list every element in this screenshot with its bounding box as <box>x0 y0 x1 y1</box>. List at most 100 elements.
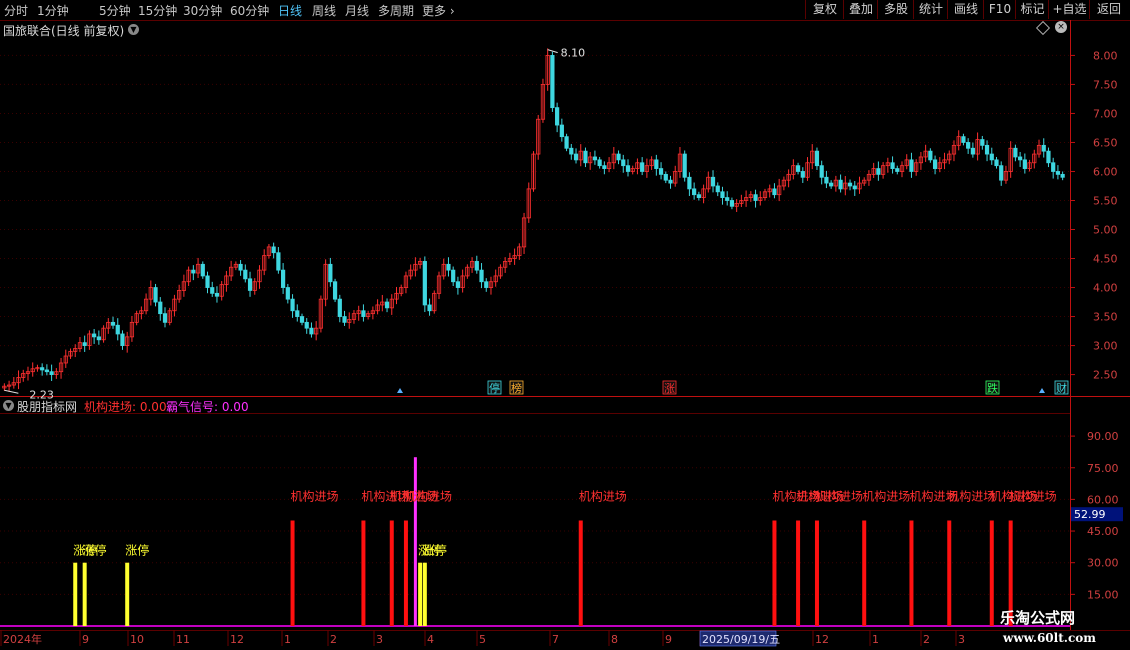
candle-body <box>290 298 295 312</box>
institution-entry-label: 机构进场 <box>815 489 863 504</box>
watermark-title: 乐淘公式网 <box>1000 609 1076 627</box>
institution-entry-label: 机构进场 <box>862 489 910 504</box>
candle-body <box>663 173 668 181</box>
signal-bar <box>413 457 417 626</box>
stock-title[interactable]: 国旅联合(日线 前复权) <box>3 22 124 39</box>
event-arrow-icon <box>397 388 403 393</box>
date-tick-label: 10 <box>130 633 144 646</box>
institution-entry-bar <box>814 520 819 626</box>
indicator-axis: 15.00 30.00 45.00 60.00 75.00 90.00 52.99 <box>1070 430 1123 601</box>
event-marker-label: 榜 <box>511 381 522 395</box>
candle-body <box>451 269 456 283</box>
candle-body <box>332 281 338 300</box>
candle-body <box>281 269 286 288</box>
candle-body <box>753 194 758 201</box>
institution-entry-label: 机构进场 <box>947 489 995 504</box>
candle-body <box>92 333 97 338</box>
candle-body <box>847 182 853 187</box>
date-axis: 2024年 9 10 11 12 1 2 3 4 5 7 8 9 2025/09/19/五 12 1 2 3 <box>0 630 965 647</box>
candle-body <box>271 246 276 254</box>
price-tick-label: 3.00 <box>1093 340 1118 353</box>
date-tick-label: 4 <box>427 633 434 646</box>
candle-body <box>829 182 834 187</box>
limit-up-bar <box>418 562 423 626</box>
event-marker-label: 跌 <box>987 381 998 395</box>
candle-body <box>654 159 659 169</box>
event-arrow-icon <box>1039 388 1045 393</box>
date-tick-label: 3 <box>376 633 383 646</box>
candle-body <box>668 179 673 184</box>
date-tick-label: 11 <box>176 633 190 646</box>
candle-body <box>890 162 895 169</box>
candle-body <box>658 168 664 175</box>
indicator-tick-label: 90.00 <box>1087 430 1119 443</box>
price-tick-label: 6.00 <box>1093 165 1118 178</box>
date-tick-label: 12 <box>230 633 244 646</box>
limit-up-label: 涨停 <box>423 543 447 558</box>
date-tick-label: 2 <box>923 633 930 646</box>
candle-body <box>285 287 290 300</box>
candle-body <box>115 324 120 335</box>
institution-entry-label: 机构进场 <box>579 489 627 504</box>
chevron-down-icon[interactable]: ▼ <box>3 400 14 411</box>
candle-body <box>583 150 588 164</box>
date-tick-label: 2 <box>330 633 337 646</box>
candle-body <box>994 159 999 167</box>
candle-body <box>210 287 215 294</box>
candle-body <box>82 342 87 346</box>
event-markers: 8.102.23 停榜涨跌财 <box>4 47 1069 401</box>
candle-body <box>559 124 564 138</box>
price-tick-label: 8.00 <box>1093 49 1118 62</box>
candle-body <box>838 179 843 190</box>
chart-canvas: 2.50 3.00 3.50 4.00 4.50 5.00 5.50 6.00 6.50 7.00… <box>0 20 1130 647</box>
price-tick-label: 2.50 <box>1093 369 1118 382</box>
watermark-url: www.60lt.com <box>1003 631 1096 645</box>
candle-body <box>710 176 716 187</box>
price-tick-label: 4.50 <box>1093 253 1118 266</box>
candle-body <box>573 153 579 161</box>
indicator-name[interactable]: 股朋指标网 <box>17 398 77 415</box>
indicator-line1: 机构进场: 0.00 <box>84 400 167 414</box>
candle-body <box>687 176 692 190</box>
candle-body <box>247 278 253 291</box>
candle-body <box>243 269 248 280</box>
candle-body <box>299 316 305 323</box>
candle-body <box>966 142 971 149</box>
candle-body <box>309 327 314 335</box>
candle-body <box>682 153 687 178</box>
chevron-down-icon[interactable]: ▼ <box>128 24 139 35</box>
institution-entry-bar <box>361 520 366 626</box>
candlestick-series <box>2 48 1065 392</box>
candle-body <box>446 263 451 271</box>
candle-body <box>970 147 975 155</box>
candle-body <box>49 371 54 375</box>
event-marker-label: 涨 <box>664 382 675 395</box>
indicator-bars: 机构进场 机构进场机构进场机构进场 机构进场 机构进场机构进场机构进场 机构进场 机构进场… <box>0 457 1070 627</box>
candle-body <box>876 168 881 175</box>
candle-body <box>1051 162 1056 172</box>
price-tick-label: 4.00 <box>1093 282 1118 295</box>
limit-up-label: 涨停 <box>83 543 107 558</box>
institution-entry-bar <box>909 520 914 626</box>
date-tick-label: 2024年 <box>3 632 42 646</box>
candle-body <box>932 159 938 169</box>
close-circle-icon[interactable]: × <box>1055 21 1067 33</box>
candle-body <box>1046 150 1051 164</box>
price-tick-label: 6.50 <box>1093 136 1118 149</box>
candle-body <box>455 281 461 288</box>
candle-body <box>158 301 163 315</box>
limit-up-bar <box>73 562 78 626</box>
candle-body <box>1018 156 1023 161</box>
date-tick-label: 5 <box>479 633 486 646</box>
candle-body <box>909 159 914 172</box>
candle-body <box>1060 173 1065 178</box>
institution-entry-bar <box>403 520 408 626</box>
candle-body <box>384 301 390 309</box>
candle-body <box>200 263 205 277</box>
candle-body <box>725 197 730 201</box>
limit-up-bar <box>82 562 87 626</box>
candle-body <box>895 168 900 172</box>
candle-body <box>715 185 720 193</box>
institution-entry-bar <box>862 520 867 626</box>
candle-body <box>479 269 484 283</box>
